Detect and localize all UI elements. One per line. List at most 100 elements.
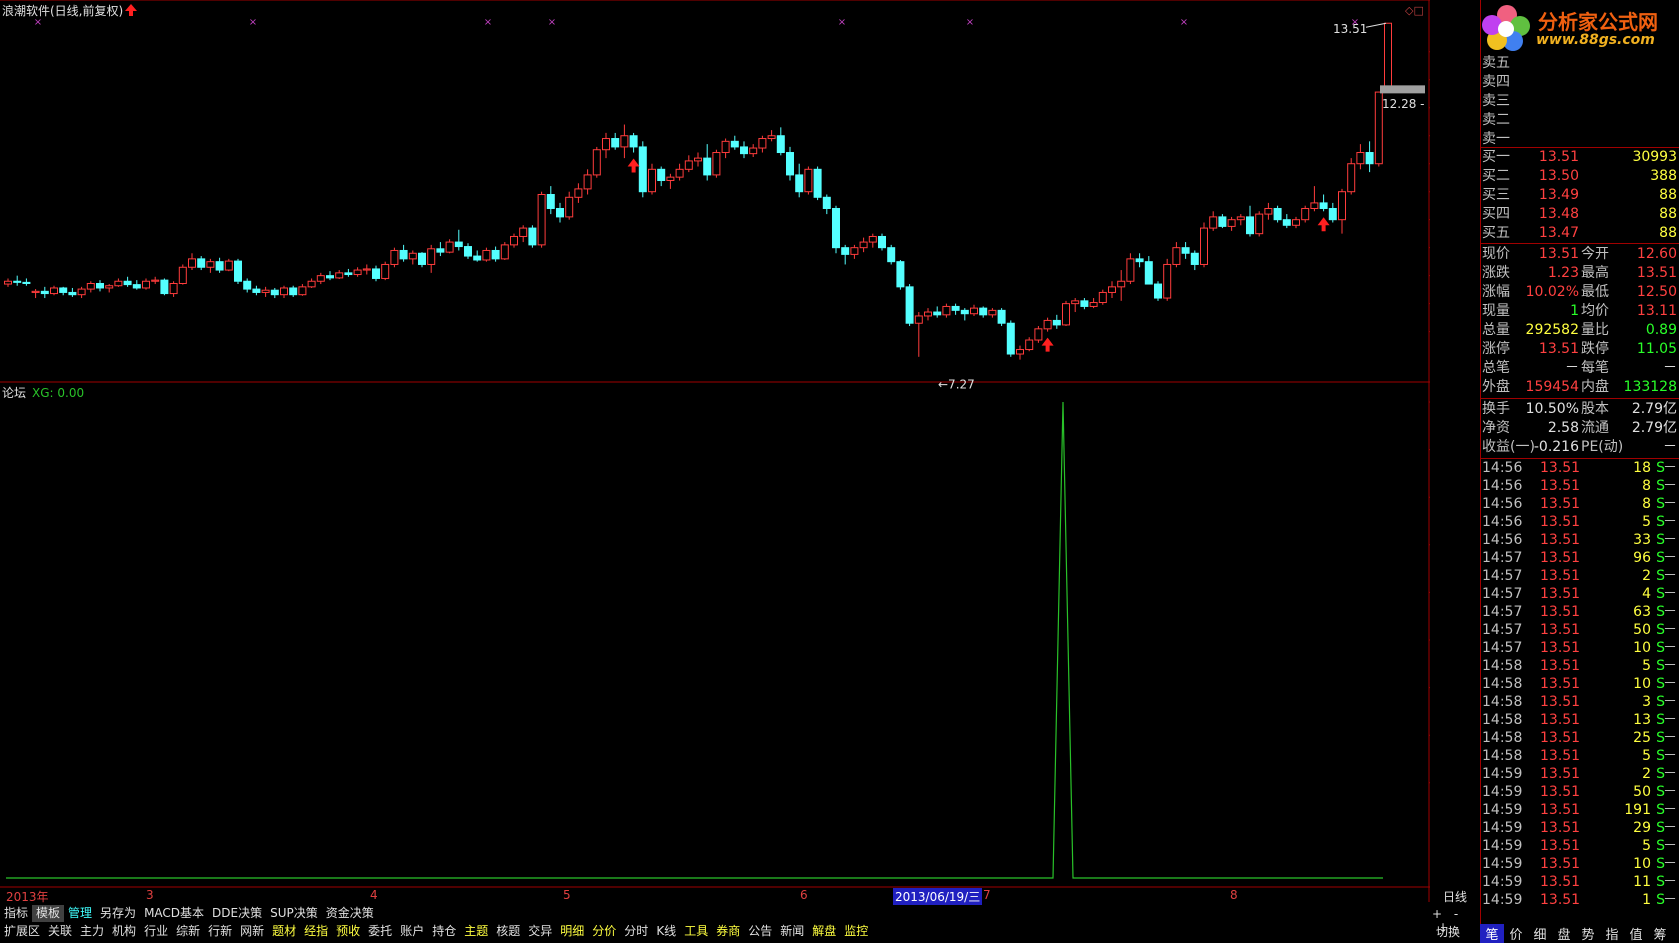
toolbar-fund-button[interactable]: 资金决策	[322, 905, 378, 922]
quote-tab-0[interactable]: 笔	[1480, 924, 1504, 943]
toolbar-item-20[interactable]: K线	[652, 923, 680, 940]
toolbar-manage-button[interactable]: 管理	[64, 905, 96, 922]
toolbar-macd-button[interactable]: MACD基本	[140, 905, 208, 922]
quote-tab-3[interactable]: 盘	[1552, 924, 1576, 943]
toolbar-item-25[interactable]: 解盘	[808, 923, 840, 940]
chart-area[interactable]: 13.0012.5012.0011.5011.0010.5010.009.509…	[0, 0, 1430, 902]
toolbar-item-11[interactable]: 委托	[364, 923, 396, 940]
stat-label: 内盘	[1581, 379, 1609, 395]
tick-time: 14:57	[1482, 622, 1523, 638]
switch-button[interactable]: 切换	[1436, 923, 1460, 940]
toolbar-item-24[interactable]: 新闻	[776, 923, 808, 940]
quote-tab-6[interactable]: 值	[1624, 924, 1648, 943]
candle-body	[648, 168, 656, 193]
toolbar-item-10[interactable]: 预收	[332, 923, 364, 940]
toolbar-item-21[interactable]: 工具	[680, 923, 712, 940]
tick-row: 14:59 13.51 5 S －	[1480, 837, 1679, 855]
candle-body	[436, 248, 445, 253]
quote-tab-7[interactable]: 筹	[1648, 924, 1672, 943]
toolbar-item-16[interactable]: 交异	[524, 923, 556, 940]
toolbar-item-12[interactable]: 账户	[396, 923, 428, 940]
toolbar-item-17[interactable]: 明细	[556, 923, 588, 940]
candle-body	[887, 247, 896, 263]
toolbar-item-18[interactable]: 分价	[588, 923, 620, 940]
toolbar-item-3[interactable]: 机构	[108, 923, 140, 940]
tick-price: 13.51	[1540, 856, 1581, 872]
toolbar-item-15[interactable]: 核题	[492, 923, 524, 940]
candle-body	[988, 309, 997, 316]
candle-body	[1200, 227, 1208, 265]
candle-body	[712, 152, 721, 176]
quote-tab-2[interactable]: 细	[1528, 924, 1552, 943]
tick-volume: 50	[1633, 622, 1651, 638]
toolbar-item-14[interactable]: 主题	[460, 923, 492, 940]
toolbar-item-13[interactable]: 持仓	[428, 923, 460, 940]
tick-volume: 1	[1642, 892, 1651, 908]
tick-volume: 5	[1642, 514, 1651, 530]
candle-body	[381, 263, 390, 279]
toolbar-item-8[interactable]: 题材	[268, 923, 300, 940]
quote-tab-1[interactable]: 价	[1504, 924, 1528, 943]
toolbar-item-26[interactable]: 监控	[840, 923, 872, 940]
stat-label: 总量	[1482, 322, 1510, 338]
quote-tab-4[interactable]: 势	[1576, 924, 1600, 943]
zoom-out-button[interactable]: -	[1454, 907, 1458, 921]
candle-body	[1255, 213, 1264, 235]
bid-volume: 88	[1659, 187, 1677, 203]
tick-flag: －	[1663, 586, 1677, 602]
stat-label: 涨停	[1482, 341, 1510, 357]
zoom-in-button[interactable]: +	[1432, 907, 1442, 921]
ask-label: 卖三	[1482, 93, 1510, 109]
tick-price: 13.51	[1540, 568, 1581, 584]
toolbar-dde-button[interactable]: DDE决策	[208, 905, 266, 922]
toolbar-item-22[interactable]: 券商	[712, 923, 744, 940]
toolbar-item-0[interactable]: 扩展区	[0, 923, 44, 940]
candle-body	[1172, 247, 1181, 265]
candle-body	[77, 288, 86, 296]
kline-chart[interactable]: 13.0012.5012.0011.5011.0010.5010.009.509…	[0, 0, 1430, 902]
toolbar-saveas-button[interactable]: 另存为	[96, 905, 140, 922]
candle-body	[657, 168, 666, 182]
toolbar-item-5[interactable]: 综新	[172, 923, 204, 940]
candle-body	[574, 188, 583, 198]
toolbar-item-7[interactable]: 网新	[236, 923, 268, 940]
ask-row: 卖五	[1480, 54, 1679, 72]
candle-body	[850, 247, 859, 255]
toolbar-indicator-button[interactable]: 指标	[0, 905, 32, 922]
candle-body	[215, 261, 224, 271]
date-label: 7	[983, 888, 991, 902]
toolbar-item-19[interactable]: 分时	[620, 923, 652, 940]
candle-body	[1319, 202, 1328, 209]
toolbar-item-4[interactable]: 行业	[140, 923, 172, 940]
candle-body	[390, 249, 399, 265]
tick-row: 14:59 13.51 11 S －	[1480, 873, 1679, 891]
tick-price: 13.51	[1540, 478, 1581, 494]
toolbar-item-23[interactable]: 公告	[744, 923, 776, 940]
toolbar-item-2[interactable]: 主力	[76, 923, 108, 940]
candle-body	[1301, 207, 1310, 221]
indicator-value: XG: 0.00	[32, 386, 85, 400]
stat-value: 133128	[1623, 379, 1677, 395]
toolbar-item-1[interactable]: 关联	[44, 923, 76, 940]
bid-label: 买三	[1482, 187, 1510, 203]
toolbar-template-button[interactable]: 模板	[32, 905, 65, 922]
candle-body	[59, 287, 68, 293]
quote-tab-5[interactable]: 指	[1600, 924, 1624, 943]
toolbar-sup-button[interactable]: SUP决策	[266, 905, 322, 922]
candle-body	[684, 160, 693, 170]
tick-volume: 25	[1633, 730, 1651, 746]
ask-label: 卖一	[1482, 131, 1510, 147]
tick-time: 14:57	[1482, 640, 1523, 656]
stat-row: 总量 292582 量比 0.89	[1480, 321, 1679, 339]
tick-row: 14:59 13.51 50 S －	[1480, 783, 1679, 801]
tick-flag: －	[1663, 496, 1677, 512]
candle-body	[510, 235, 518, 246]
toolbar-item-9[interactable]: 经指	[300, 923, 332, 940]
candle-body	[114, 280, 123, 287]
stat-value: 0.89	[1645, 322, 1677, 338]
tick-price: 13.51	[1540, 694, 1581, 710]
toolbar-item-6[interactable]: 行新	[204, 923, 236, 940]
tick-flag: －	[1663, 640, 1677, 656]
tick-flag: －	[1663, 532, 1677, 548]
signal-x-marker: ×	[548, 17, 556, 28]
